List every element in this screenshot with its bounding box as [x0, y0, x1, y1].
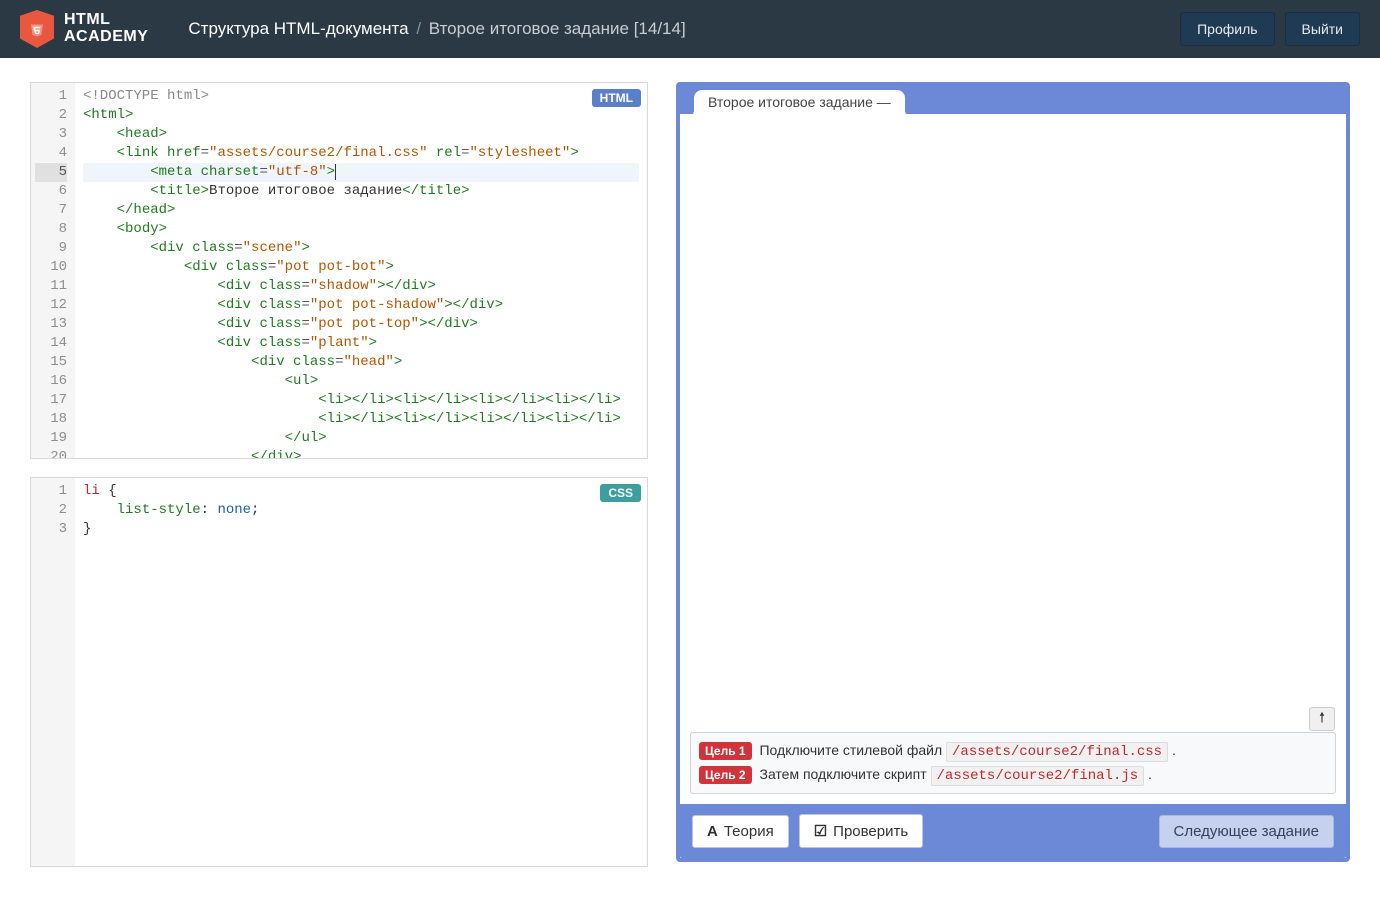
css-gutter: 123 — [31, 478, 75, 866]
html-code[interactable]: <!DOCTYPE html><html> <head> <link href=… — [75, 83, 647, 458]
css-badge: CSS — [600, 484, 641, 502]
logo[interactable]: HTML ACADEMY — [20, 10, 148, 48]
css-code[interactable]: li { list-style: none;} — [75, 478, 647, 866]
header: HTML ACADEMY Структура HTML-документа / … — [0, 0, 1380, 58]
css-editor[interactable]: CSS 123 li { list-style: none;} — [30, 477, 648, 867]
goal-row: Цель 1 Подключите стилевой файл /assets/… — [699, 739, 1327, 763]
goals-panel: 🠕 Цель 1 Подключите стилевой файл /asset… — [690, 732, 1336, 794]
goal-row: Цель 2 Затем подключите скрипт /assets/c… — [699, 763, 1327, 787]
preview-body: 🠕 Цель 1 Подключите стилевой файл /asset… — [680, 114, 1346, 804]
profile-button[interactable]: Профиль — [1180, 12, 1274, 46]
breadcrumb-task[interactable]: Второе итоговое задание [14/14] — [429, 19, 686, 38]
logo-text: HTML ACADEMY — [64, 12, 148, 46]
next-task-button[interactable]: Следующее задание — [1159, 815, 1334, 848]
goals-collapse-button[interactable]: 🠕 — [1309, 707, 1335, 731]
html-editor[interactable]: HTML 1234567891011121314151617181920 <!D… — [30, 82, 648, 459]
preview-tabs: Второе итоговое задание — — [680, 86, 1346, 114]
goal-code: /assets/course2/final.js — [931, 766, 1145, 786]
logo-shield-icon — [20, 10, 54, 48]
html-badge: HTML — [592, 89, 641, 107]
theory-button[interactable]: A Теория — [692, 815, 789, 848]
goal-badge: Цель 1 — [699, 742, 752, 760]
breadcrumb-course[interactable]: Структура HTML-документа — [188, 19, 408, 38]
arrow-up-icon: 🠕 — [1319, 707, 1325, 731]
preview-panel: Второе итоговое задание — 🠕 Цель 1 Подкл… — [676, 82, 1350, 862]
font-icon: A — [707, 823, 718, 840]
left-column: HTML 1234567891011121314151617181920 <!D… — [30, 82, 648, 867]
html-gutter: 1234567891011121314151617181920 — [31, 83, 75, 458]
goal-text: Подключите стилевой файл — [759, 742, 946, 758]
goal-text: Затем подключите скрипт — [759, 766, 930, 782]
header-buttons: Профиль Выйти — [1180, 12, 1360, 46]
main: HTML 1234567891011121314151617181920 <!D… — [0, 58, 1380, 897]
check-icon: ☑ — [814, 822, 827, 840]
action-bar: A Теория ☑ Проверить Следующее задание — [680, 804, 1346, 858]
goal-badge: Цель 2 — [699, 766, 752, 784]
right-column: Второе итоговое задание — 🠕 Цель 1 Подкл… — [676, 82, 1350, 867]
breadcrumb: Структура HTML-документа / Второе итогов… — [188, 19, 685, 39]
check-button[interactable]: ☑ Проверить — [799, 814, 923, 848]
goal-code: /assets/course2/final.css — [946, 742, 1168, 762]
logout-button[interactable]: Выйти — [1285, 12, 1360, 46]
